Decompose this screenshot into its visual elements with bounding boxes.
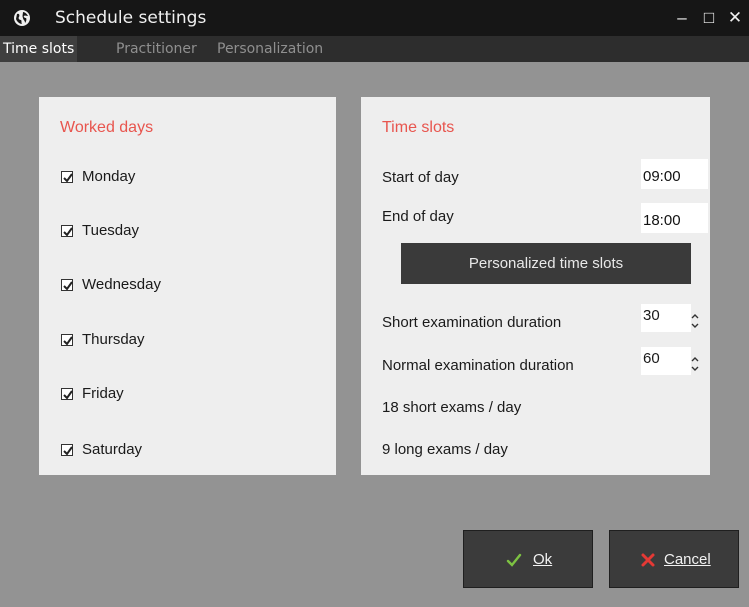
title-bar: Schedule settings – □ ✕: [0, 0, 749, 36]
tab-time-slots[interactable]: Time slots: [0, 36, 78, 62]
checkbox-saturday[interactable]: [61, 444, 73, 456]
globe-icon: [14, 10, 30, 26]
normal-duration-spinner[interactable]: [690, 353, 700, 375]
checkbox-tuesday[interactable]: [61, 225, 73, 237]
maximize-button[interactable]: □: [697, 6, 721, 30]
normal-duration-input[interactable]: 60: [641, 347, 691, 375]
day-label: Thursday: [82, 331, 145, 348]
ok-label: Ok: [533, 551, 553, 568]
spinner-arrows-icon: [691, 357, 699, 371]
cross-icon: [641, 553, 655, 567]
time-slots-panel: Time slots Start of day End of day Perso…: [361, 97, 710, 475]
tab-bar: Time slots Practitioner Personalization: [0, 36, 749, 62]
normal-duration-label: Normal examination duration: [382, 357, 574, 374]
tab-personalization[interactable]: Personalization: [214, 36, 326, 62]
short-duration-spinner[interactable]: [690, 310, 700, 332]
cancel-label: Cancel: [664, 551, 711, 568]
day-label: Friday: [82, 385, 124, 402]
day-label: Wednesday: [82, 276, 161, 293]
checkbox-thursday[interactable]: [61, 334, 73, 346]
day-label: Saturday: [82, 441, 143, 458]
minimize-button[interactable]: –: [670, 6, 694, 30]
start-of-day-label: Start of day: [382, 169, 459, 186]
worked-days-heading: Worked days: [60, 119, 154, 136]
worked-days-panel: Worked days Monday Tuesday Wednesday Thu…: [39, 97, 336, 475]
personalized-time-slots-button[interactable]: Personalized time slots: [401, 243, 691, 284]
short-duration-input[interactable]: 30: [641, 304, 691, 332]
checkbox-friday[interactable]: [61, 388, 73, 400]
ok-button[interactable]: Ok: [463, 530, 593, 588]
day-label: Monday: [82, 168, 136, 185]
checkmark-icon: [506, 553, 522, 567]
checkbox-wednesday[interactable]: [61, 279, 73, 291]
end-of-day-input[interactable]: [641, 203, 708, 233]
start-of-day-input[interactable]: [641, 159, 708, 189]
close-button[interactable]: ✕: [723, 6, 747, 30]
time-slots-heading: Time slots: [382, 119, 455, 136]
tab-practitioner[interactable]: Practitioner: [113, 36, 200, 62]
long-exams-summary: 9 long exams / day: [382, 441, 508, 458]
window-title: Schedule settings: [55, 8, 207, 28]
end-of-day-label: End of day: [382, 208, 454, 225]
cancel-button[interactable]: Cancel: [609, 530, 739, 588]
spinner-arrows-icon: [691, 314, 699, 328]
short-duration-label: Short examination duration: [382, 314, 562, 331]
day-label: Tuesday: [82, 222, 139, 239]
checkbox-monday[interactable]: [61, 171, 73, 183]
short-exams-summary: 18 short exams / day: [382, 399, 522, 416]
